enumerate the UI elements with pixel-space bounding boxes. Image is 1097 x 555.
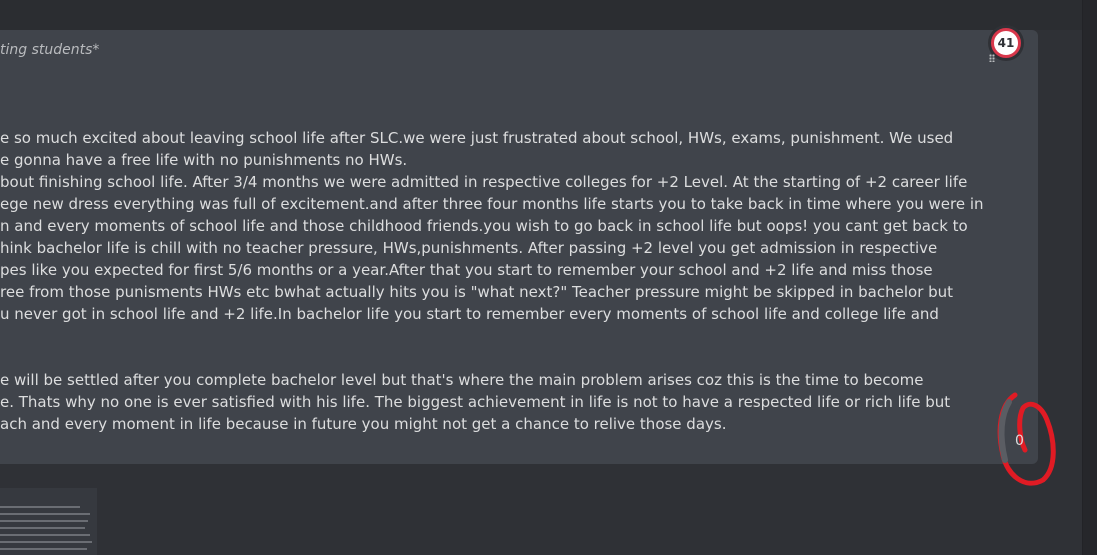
paragraph-1[interactable]: e so much excited about leaving school l… (0, 127, 984, 325)
text-line: e so much excited about leaving school l… (0, 129, 954, 147)
notification-badge[interactable]: 41 (991, 28, 1021, 58)
text-line: ree from those punisments HWs etc bwhat … (0, 283, 954, 301)
preview-thumbnail[interactable] (0, 488, 97, 555)
thumb-text-line (0, 506, 80, 508)
paragraph-2[interactable]: e will be settled after you complete bac… (0, 369, 950, 435)
scrollbar-track[interactable] (1083, 0, 1097, 555)
text-line: ege new dress everything was full of exc… (0, 195, 984, 213)
character-counter: 0 (1015, 433, 1024, 449)
text-line: e gonna have a free life with no punishm… (0, 151, 408, 169)
text-line: ach and every moment in life because in … (0, 415, 727, 433)
thumb-text-line (0, 548, 87, 550)
top-bar (0, 0, 1097, 30)
text-line: hink bachelor life is chill with no teac… (0, 239, 938, 257)
text-line: bout finishing school life. After 3/4 mo… (0, 173, 968, 191)
text-line: e will be settled after you complete bac… (0, 371, 924, 389)
thumb-text-line (0, 541, 92, 543)
annotation-circle-icon (997, 392, 1056, 486)
post-title: ting students* (0, 42, 100, 58)
character-counter-ring (995, 390, 1057, 490)
thumb-text-line (0, 527, 85, 529)
text-line: e. Thats why no one is ever satisfied wi… (0, 393, 951, 411)
text-line: pes like you expected for first 5/6 mont… (0, 261, 933, 279)
thumb-text-line (0, 534, 90, 536)
text-line: u never got in school life and +2 life.I… (0, 305, 939, 323)
drag-handle-icon[interactable] (989, 54, 995, 62)
thumb-text-line (0, 520, 88, 522)
text-line: n and every moments of school life and t… (0, 217, 968, 235)
thumb-text-line (0, 513, 90, 515)
